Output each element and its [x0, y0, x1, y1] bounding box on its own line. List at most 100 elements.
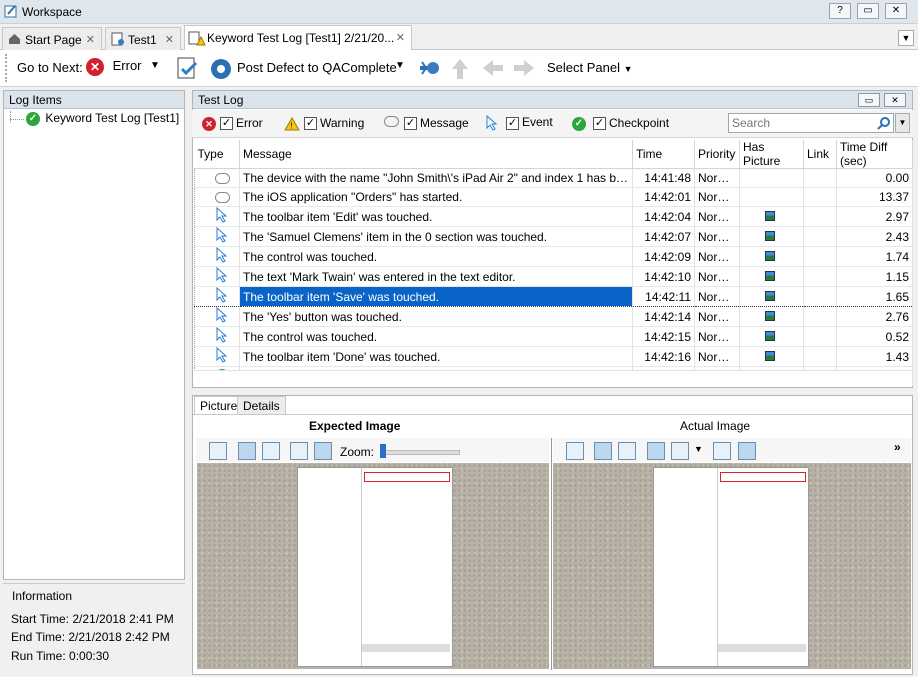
- picture-icon[interactable]: [765, 330, 775, 341]
- tabs-dropdown-button[interactable]: ▼: [898, 30, 914, 46]
- column-link[interactable]: Link: [803, 140, 837, 169]
- goto-node-icon[interactable]: [416, 56, 442, 82]
- table-row[interactable]: The toolbar item 'Done' was touched. 14:4…: [194, 346, 913, 367]
- panel-splitter[interactable]: [551, 438, 552, 670]
- type-cell: [194, 187, 240, 207]
- error-nav-dropdown-icon[interactable]: ▼: [150, 60, 160, 71]
- filter-checkpoint[interactable]: ✓ ✓ Checkpoint: [572, 116, 669, 131]
- time-cell: 14:42:01: [632, 187, 695, 207]
- run-time: Run Time: 0:00:30: [11, 649, 110, 663]
- column-time-diff[interactable]: Time Diff (sec): [836, 140, 913, 169]
- table-row[interactable]: The toolbar item 'Save' was touched. 14:4…: [194, 286, 913, 307]
- table-row[interactable]: The control was touched. 14:42:09 Normal 1.…: [194, 246, 913, 267]
- tab-details[interactable]: Details: [237, 396, 286, 415]
- table-row[interactable]: The 'Samuel Clemens' item in the 0 secti…: [194, 226, 913, 247]
- filter-warning[interactable]: ! ✓ Warning: [284, 116, 364, 131]
- has-picture-cell: [739, 226, 804, 247]
- log-item-keyword-test-log[interactable]: ✓ Keyword Test Log [Test1]: [26, 111, 179, 126]
- tree-line: [10, 111, 11, 123]
- back-arrow-icon[interactable]: [481, 58, 505, 78]
- picture-compare-icon[interactable]: [594, 442, 612, 460]
- picture-compare-icon[interactable]: [238, 442, 256, 460]
- picture-view-icon[interactable]: [566, 442, 584, 460]
- sync-icon[interactable]: [290, 442, 308, 460]
- search-input[interactable]: [729, 114, 869, 132]
- picture-options-icon[interactable]: [671, 442, 689, 460]
- highlight-diff-icon[interactable]: [647, 442, 665, 460]
- column-message[interactable]: Message: [239, 140, 633, 169]
- table-row[interactable]: The toolbar item 'Edit' was touched. 14:4…: [194, 206, 913, 227]
- tab-picture[interactable]: Picture: [194, 396, 244, 415]
- error-checkbox[interactable]: ✓: [220, 117, 233, 131]
- zoom-slider[interactable]: [380, 450, 460, 455]
- picture-icon[interactable]: [765, 270, 775, 281]
- fit-icon[interactable]: [738, 442, 756, 460]
- picture-icon[interactable]: [765, 250, 775, 261]
- expected-image[interactable]: [197, 463, 549, 669]
- close-tab-icon[interactable]: ✕: [165, 33, 174, 46]
- test-log-warning-icon: [188, 31, 206, 46]
- message-checkbox[interactable]: ✓: [404, 117, 417, 131]
- zoom-slider-thumb[interactable]: [380, 444, 386, 458]
- tab-test1[interactable]: Test1 ✕: [105, 27, 181, 50]
- search-box[interactable]: [728, 113, 894, 133]
- tab-keyword-test-log[interactable]: Keyword Test Log [Test1] 2/21/20... ✕: [184, 25, 412, 51]
- has-picture-cell: [739, 266, 804, 287]
- picture-icon[interactable]: [765, 350, 775, 361]
- picture-icon[interactable]: [765, 210, 775, 221]
- select-panel-button[interactable]: Select Panel ▼: [547, 60, 633, 75]
- column-has-picture[interactable]: Has Picture: [739, 140, 804, 169]
- column-type[interactable]: Type: [194, 140, 240, 169]
- link-cell: [803, 326, 837, 347]
- column-priority[interactable]: Priority: [694, 140, 740, 169]
- table-row[interactable]: The control was touched. 14:42:15 Normal 0.…: [194, 326, 913, 347]
- picture-pointer-icon[interactable]: [618, 442, 636, 460]
- post-defect-button[interactable]: Post Defect to QAComplete: [237, 60, 397, 75]
- close-tab-icon[interactable]: ✕: [396, 31, 405, 44]
- picture-icon[interactable]: [765, 310, 775, 321]
- table-row[interactable]: The text 'Mark Twain' was entered in the…: [194, 266, 913, 287]
- table-row[interactable]: The device with the name "John Smith\'s …: [194, 168, 913, 188]
- column-time[interactable]: Time: [632, 140, 695, 169]
- table-row[interactable]: The 'Yes' button was touched. 14:42:14 Nor…: [194, 306, 913, 327]
- link-cell: [803, 286, 837, 307]
- picture-view-icon[interactable]: [209, 442, 227, 460]
- sync-icon[interactable]: [713, 442, 731, 460]
- filter-event[interactable]: ✓ Event: [486, 115, 553, 131]
- panel-close-button[interactable]: ✕: [884, 93, 906, 107]
- has-picture-cell: [739, 168, 804, 188]
- picture-icon[interactable]: [765, 290, 775, 301]
- post-defect-icon[interactable]: [176, 56, 202, 82]
- event-cursor-icon: [216, 287, 228, 303]
- table-row[interactable]: The iOS application "Orders" has started…: [194, 187, 913, 207]
- search-dropdown-button[interactable]: ▼: [895, 113, 910, 133]
- picture-pointer-icon[interactable]: [262, 442, 280, 460]
- search-icon[interactable]: [877, 116, 891, 130]
- overflow-chevron-icon[interactable]: »: [894, 440, 901, 454]
- test-log-header: Test Log ▭ ✕: [193, 91, 912, 109]
- event-checkbox[interactable]: ✓: [506, 116, 519, 130]
- has-picture-cell: [739, 187, 804, 207]
- message-cell: The text 'Mark Twain' was entered in the…: [239, 266, 633, 287]
- post-defect-dropdown-icon[interactable]: ▼: [395, 60, 405, 71]
- warning-checkbox[interactable]: ✓: [304, 117, 317, 131]
- fit-icon[interactable]: [314, 442, 332, 460]
- forward-arrow-icon[interactable]: [512, 58, 536, 78]
- tab-start-page[interactable]: Start Page ✕: [2, 27, 102, 50]
- go-to-next-label: Go to Next:: [17, 60, 83, 75]
- error-nav-button[interactable]: ✕ Error: [86, 58, 142, 76]
- filter-error[interactable]: ✕ ✓ Error: [202, 116, 263, 131]
- options-dropdown-icon[interactable]: ▼: [694, 444, 703, 454]
- event-cursor-icon: [216, 307, 228, 323]
- panel-restore-button[interactable]: ▭: [858, 93, 880, 107]
- help-button[interactable]: ?: [829, 3, 851, 19]
- close-window-button[interactable]: ✕: [885, 3, 907, 19]
- close-tab-icon[interactable]: ✕: [86, 33, 95, 46]
- restore-button[interactable]: ▭: [857, 3, 879, 19]
- time-diff-cell: 2.97: [836, 206, 913, 227]
- parent-up-icon[interactable]: [450, 57, 470, 81]
- filter-message[interactable]: ✓ Message: [384, 116, 469, 131]
- picture-icon[interactable]: [765, 230, 775, 241]
- checkpoint-checkbox[interactable]: ✓: [593, 117, 606, 131]
- actual-image[interactable]: [553, 463, 911, 669]
